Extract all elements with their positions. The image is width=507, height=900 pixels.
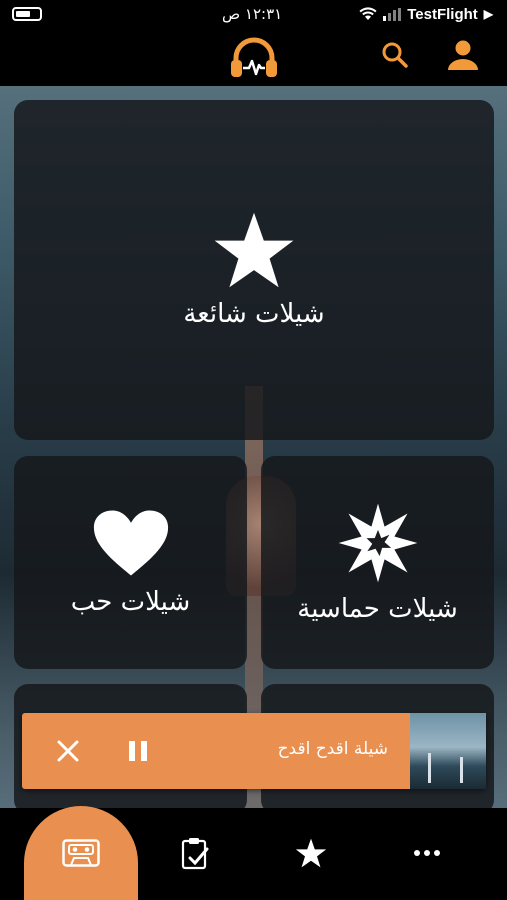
category-love-tile[interactable]: شيلات حب [14,456,247,669]
heart-icon [93,510,168,575]
user-icon[interactable] [446,38,480,72]
star-icon [295,838,327,868]
status-bar: ١٢:٣١ ص TestFlight ▶ [0,0,507,28]
app-header [0,28,507,86]
close-icon[interactable] [54,737,82,765]
category-hype-label: شيلات حماسية [297,593,458,624]
nav-item-favorites[interactable] [294,836,328,870]
search-icon[interactable] [380,40,410,70]
category-popular-tile[interactable]: شيلات شائعة [14,100,494,440]
category-hype-tile[interactable]: شيلات حماسية [261,456,494,669]
mini-player[interactable]: شيلة اقدح اقدح [22,713,486,789]
star-icon [214,212,294,288]
player-track-title: شيلة اقدح اقدح [277,739,388,759]
nav-item-playlist[interactable] [178,836,212,870]
status-time: ١٢:٣١ ص [222,5,283,23]
category-popular-label: شيلات شائعة [183,299,325,329]
battery-icon [12,7,42,21]
player-artwork[interactable] [410,713,486,789]
nav-item-more[interactable] [410,836,444,870]
wifi-icon [359,7,377,20]
headphones-waveform-icon[interactable] [228,34,280,80]
signal-icon [383,7,402,21]
starburst-icon [338,503,417,582]
carrier-name: TestFlight [407,5,478,23]
more-dots-icon [414,850,440,856]
status-right-group: TestFlight ▶ [359,6,493,23]
clipboard-check-icon [181,838,209,870]
artwork-detail [428,753,431,783]
carrier-arrow: ▶ [483,7,493,21]
cassette-icon [62,839,100,867]
artwork-detail [460,757,463,783]
pause-icon[interactable] [126,739,150,763]
category-love-label: شيلات حب [70,586,191,617]
